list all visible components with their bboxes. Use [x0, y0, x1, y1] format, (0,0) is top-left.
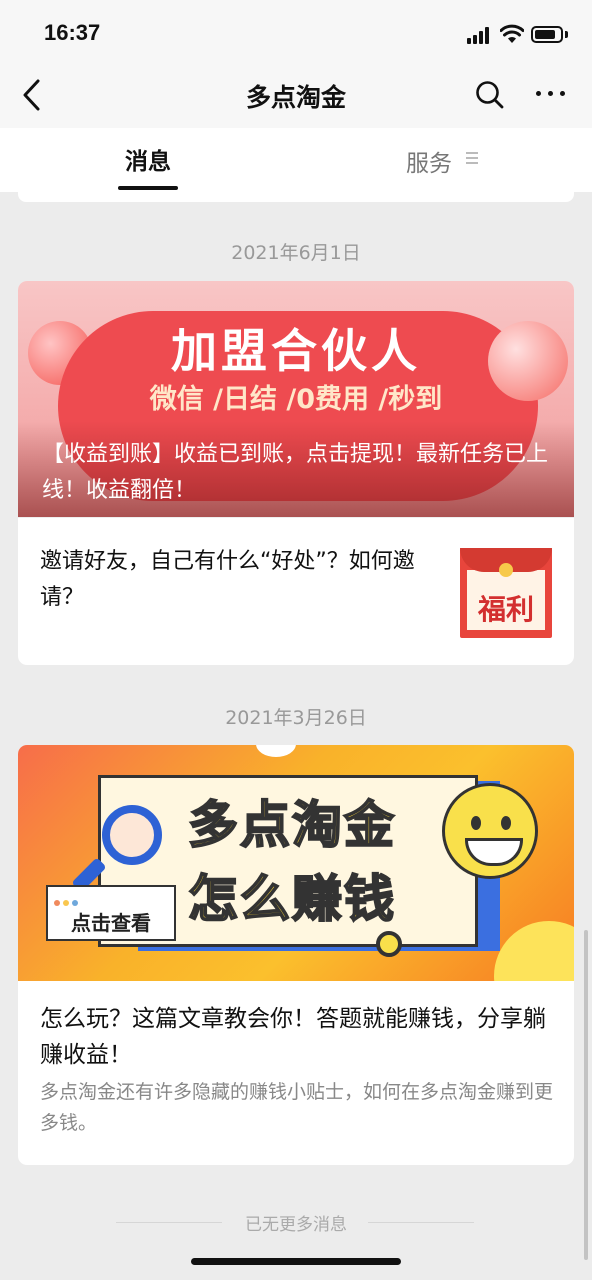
message-card: 多点淘金 怎么赚钱 点击查看 怎么玩？这篇文章教会你！答题就能赚钱，分享躺赚收益…: [18, 745, 574, 1165]
banner-overlay-title[interactable]: 【收益到账】收益已到账，点击提现！最新任务已上线！收益翻倍！: [42, 437, 556, 509]
list-item-title[interactable]: 邀请好友，自己有什么“好处”？如何邀请？: [40, 544, 440, 616]
previous-card-bottom: [18, 192, 574, 202]
date-label: 2021年3月26日: [225, 707, 367, 729]
banner-line1: 多点淘金: [187, 795, 396, 855]
article-banner[interactable]: 加盟合伙人 微信 /日结 /0费用 /秒到 【收益到账】收益已到账，点击提现！最…: [18, 281, 574, 517]
battery-cap: [565, 31, 568, 38]
message-card: 加盟合伙人 微信 /日结 /0费用 /秒到 【收益到账】收益已到账，点击提现！最…: [18, 281, 574, 665]
article-title[interactable]: 怎么玩？这篇文章教会你！答题就能赚钱，分享躺赚收益！: [40, 1001, 556, 1073]
banner-line2: 怎么赚钱: [187, 869, 396, 929]
decor-ring: [376, 931, 402, 957]
banner-subline: 微信 /日结 /0费用 /秒到: [149, 384, 443, 415]
date-label: 2021年6月1日: [231, 242, 361, 264]
home-indicator[interactable]: [191, 1258, 401, 1265]
status-time: 16:37: [44, 20, 101, 45]
banner-notch: [256, 745, 296, 757]
smiley-face-icon: [442, 783, 538, 879]
no-more-messages: 已无更多消息: [0, 1210, 592, 1236]
top-bar: 16:37 多点淘金: [0, 0, 592, 129]
search-icon[interactable]: [474, 79, 506, 111]
tab-messages[interactable]: 消息: [118, 142, 178, 176]
list-item[interactable]: 邀请好友，自己有什么“好处”？如何邀请？ 福利: [18, 517, 574, 665]
no-more-label: 已无更多消息: [245, 1215, 347, 1235]
status-bar: 16:37: [0, 0, 592, 70]
banner-headline: 加盟合伙人: [171, 324, 421, 378]
active-tab-indicator: [118, 186, 178, 190]
battery-icon: [531, 26, 563, 43]
red-envelope-thumbnail[interactable]: 福利: [460, 548, 552, 638]
magnifier-icon: [102, 805, 162, 865]
article-banner[interactable]: 多点淘金 怎么赚钱 点击查看: [18, 745, 574, 981]
signal-icon: [467, 27, 493, 44]
coin-icon: [499, 563, 513, 577]
divider-line: [368, 1222, 474, 1223]
view-button-label: 点击查看: [71, 911, 151, 935]
menu-icon[interactable]: [466, 152, 478, 164]
tab-services[interactable]: 服务: [406, 144, 452, 178]
article-description: 多点淘金还有许多隐藏的赚钱小贴士，如何在多点淘金赚到更多钱。: [40, 1081, 554, 1134]
tab-bar: 消息 服务: [0, 128, 592, 192]
view-button[interactable]: 点击查看: [46, 885, 176, 941]
decor-circle: [494, 921, 574, 981]
wifi-icon: [500, 24, 524, 43]
thumbnail-label: 福利: [477, 593, 534, 626]
more-options-icon[interactable]: [534, 88, 568, 98]
scrollbar[interactable]: [584, 930, 588, 1260]
